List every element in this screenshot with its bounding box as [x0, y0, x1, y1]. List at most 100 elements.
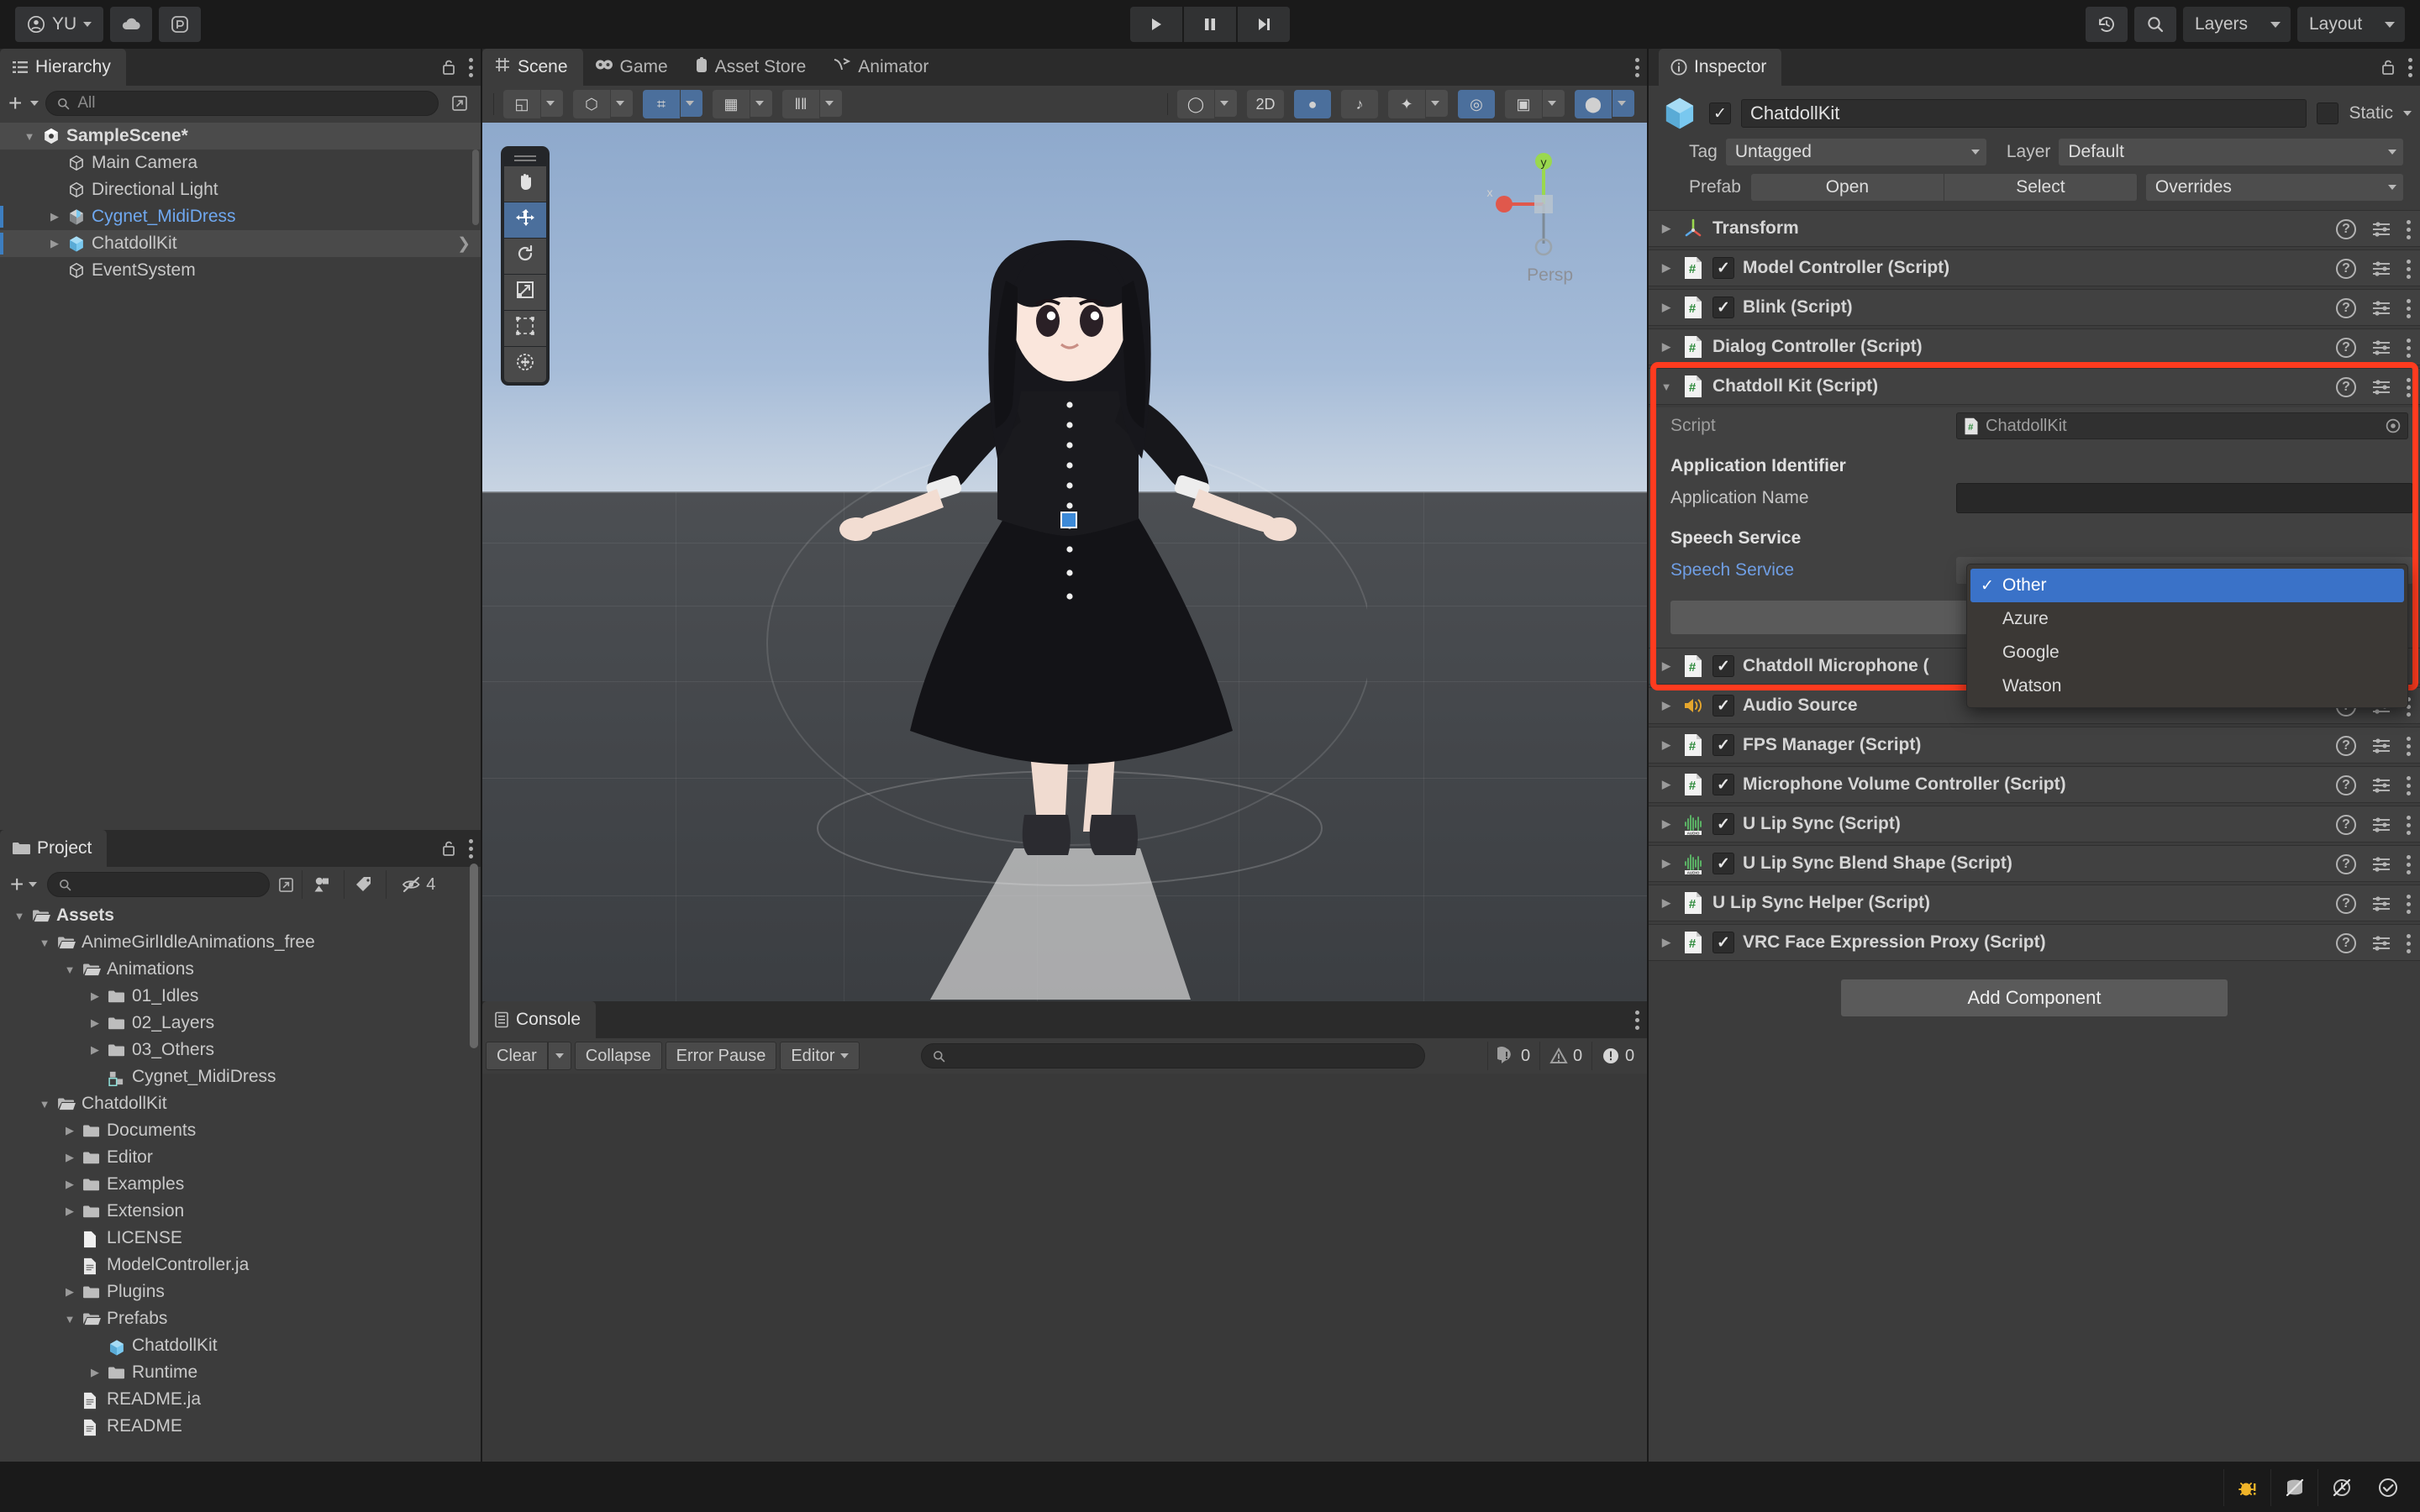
- lock-icon[interactable]: [440, 839, 457, 858]
- add-component-button[interactable]: Add Component: [1841, 979, 2228, 1016]
- speech-service-popup-menu[interactable]: ✓ Other Azure Google Watson: [1966, 564, 2408, 708]
- hierarchy-item-directional-light[interactable]: Directional Light: [0, 176, 481, 203]
- shading-mode-dropdown[interactable]: ◯: [1177, 90, 1214, 118]
- hierarchy-item-cygnet-mididress[interactable]: Cygnet_MidiDress: [0, 203, 481, 230]
- scene-character-model[interactable]: [762, 223, 1367, 1001]
- preset-icon[interactable]: [2371, 220, 2391, 239]
- project-hidden-packages-button[interactable]: 4: [386, 870, 450, 899]
- project-item-license[interactable]: LICENSE: [0, 1225, 481, 1252]
- component-enabled-checkbox[interactable]: ✓: [1712, 297, 1734, 318]
- gameobject-name-input[interactable]: ChatdollKit: [1741, 99, 2307, 128]
- project-item-runtime[interactable]: Runtime: [0, 1359, 481, 1386]
- chevron-right-icon[interactable]: [88, 990, 102, 1003]
- pivot-center-toggle-dropdown[interactable]: [541, 90, 563, 117]
- layout-dropdown[interactable]: Layout: [2297, 7, 2405, 42]
- pause-button[interactable]: [1184, 7, 1236, 42]
- project-item-cygnet-mididress[interactable]: Cygnet_MidiDress: [0, 1063, 481, 1090]
- grid-visibility-toggle-dropdown[interactable]: [750, 90, 772, 117]
- grid-size-slider[interactable]: ‖‖: [782, 90, 819, 118]
- preset-icon[interactable]: [2371, 895, 2391, 913]
- speech-service-option-other[interactable]: ✓ Other: [1970, 569, 2404, 602]
- script-object-field[interactable]: # ChatdollKit: [1956, 412, 2408, 439]
- shading-mode-dropdown-dropdown[interactable]: [1215, 90, 1237, 117]
- lock-icon[interactable]: [2380, 58, 2396, 76]
- tab-scene[interactable]: Scene: [482, 49, 583, 86]
- console-warning-count-toggle[interactable]: 0: [1539, 1042, 1591, 1070]
- project-item-animegirlidleanimations-free[interactable]: AnimeGirlIdleAnimations_free: [0, 929, 481, 956]
- project-item-editor[interactable]: Editor: [0, 1144, 481, 1171]
- camera-settings[interactable]: ▣: [1505, 90, 1542, 118]
- project-filter-label-button[interactable]: [344, 870, 383, 899]
- help-icon[interactable]: ?: [2336, 775, 2356, 795]
- console-error-pause-button[interactable]: Error Pause: [665, 1042, 777, 1070]
- console-clear-button[interactable]: Clear: [486, 1042, 548, 1070]
- services-button[interactable]: [159, 7, 202, 42]
- preset-icon[interactable]: [2371, 934, 2391, 953]
- progress-status-button[interactable]: [2365, 1469, 2412, 1506]
- tab-asset-store[interactable]: Asset Store: [683, 49, 822, 86]
- project-scrollbar[interactable]: [470, 864, 478, 1048]
- effects-dropdown[interactable]: ✦: [1388, 90, 1425, 118]
- preset-icon[interactable]: [2371, 816, 2391, 834]
- console-search-input[interactable]: [921, 1043, 1426, 1068]
- component-enabled-checkbox[interactable]: ✓: [1712, 257, 1734, 279]
- tab-game[interactable]: Game: [583, 49, 683, 86]
- chevron-right-icon[interactable]: [1659, 222, 1674, 235]
- scene-lighting-toggle[interactable]: ●: [1294, 90, 1331, 118]
- chevron-right-icon[interactable]: [63, 1285, 76, 1299]
- chevron-down-icon[interactable]: [63, 1313, 76, 1326]
- console-editor-dropdown[interactable]: Editor: [780, 1042, 860, 1070]
- scene-viewport[interactable]: y x Persp: [482, 123, 1647, 1001]
- chevron-right-icon[interactable]: [1659, 699, 1674, 712]
- transform-tool[interactable]: [504, 347, 546, 382]
- component-vrc-face-expression-proxy-script[interactable]: # ✓ VRC Face Expression Proxy (Script)?: [1649, 924, 2420, 961]
- prefab-select-button[interactable]: Select: [1944, 174, 2138, 201]
- project-item-animations[interactable]: Animations: [0, 956, 481, 983]
- help-icon[interactable]: ?: [2336, 377, 2356, 397]
- camera-settings-dropdown[interactable]: [1543, 90, 1565, 117]
- chevron-right-icon[interactable]: [88, 1366, 102, 1379]
- scale-tool[interactable]: [504, 275, 546, 310]
- preset-icon[interactable]: [2371, 299, 2391, 318]
- component-transform[interactable]: Transform?: [1649, 210, 2420, 247]
- effects-dropdown-dropdown[interactable]: [1426, 90, 1448, 117]
- undo-history-button[interactable]: [2086, 7, 2128, 42]
- component-model-controller-script[interactable]: # ✓ Model Controller (Script)?: [1649, 249, 2420, 286]
- component-enabled-checkbox[interactable]: ✓: [1712, 695, 1734, 717]
- component-enabled-checkbox[interactable]: ✓: [1712, 932, 1734, 953]
- component-enabled-checkbox[interactable]: ✓: [1712, 734, 1734, 756]
- project-item-extension[interactable]: Extension: [0, 1198, 481, 1225]
- component-menu-icon[interactable]: [2407, 735, 2412, 757]
- rect-tool[interactable]: [504, 311, 546, 346]
- tool-palette-drag-handle[interactable]: [504, 150, 546, 165]
- chevron-down-icon[interactable]: [23, 130, 36, 143]
- component-menu-icon[interactable]: [2407, 814, 2412, 836]
- help-icon[interactable]: ?: [2336, 854, 2356, 874]
- help-icon[interactable]: ?: [2336, 338, 2356, 358]
- chevron-right-icon[interactable]: [1659, 340, 1674, 354]
- hierarchy-menu-icon[interactable]: [469, 56, 474, 78]
- chevron-down-icon[interactable]: [29, 882, 38, 887]
- console-collapse-button[interactable]: Collapse: [574, 1042, 662, 1070]
- scene-view-gizmo[interactable]: y x: [1481, 141, 1607, 267]
- hierarchy-search-input[interactable]: All: [45, 91, 439, 116]
- chevron-right-icon[interactable]: [63, 1124, 76, 1137]
- preset-icon[interactable]: [2371, 737, 2391, 755]
- project-item-chatdollkit[interactable]: ChatdollKit: [0, 1090, 481, 1117]
- component-u-lip-sync-script[interactable]: AUDIO ✓ U Lip Sync (Script)?: [1649, 806, 2420, 843]
- preset-icon[interactable]: [2371, 339, 2391, 357]
- cloud-button[interactable]: [110, 7, 153, 42]
- component-u-lip-sync-helper-script[interactable]: # U Lip Sync Helper (Script)?: [1649, 885, 2420, 921]
- project-expand-button[interactable]: [273, 872, 298, 897]
- preset-icon[interactable]: [2371, 260, 2391, 278]
- component-microphone-volume-controller-script[interactable]: # ✓ Microphone Volume Controller (Script)?: [1649, 766, 2420, 803]
- help-icon[interactable]: ?: [2336, 259, 2356, 279]
- console-clear-dropdown[interactable]: [547, 1042, 571, 1070]
- inspector-menu-icon[interactable]: [2408, 56, 2413, 78]
- component-menu-icon[interactable]: [2407, 932, 2412, 954]
- project-item-examples[interactable]: Examples: [0, 1171, 481, 1198]
- grid-snap-toggle[interactable]: ⌗: [643, 90, 680, 118]
- project-item-plugins[interactable]: Plugins: [0, 1278, 481, 1305]
- move-tool[interactable]: [504, 202, 546, 238]
- play-button[interactable]: [1130, 7, 1182, 42]
